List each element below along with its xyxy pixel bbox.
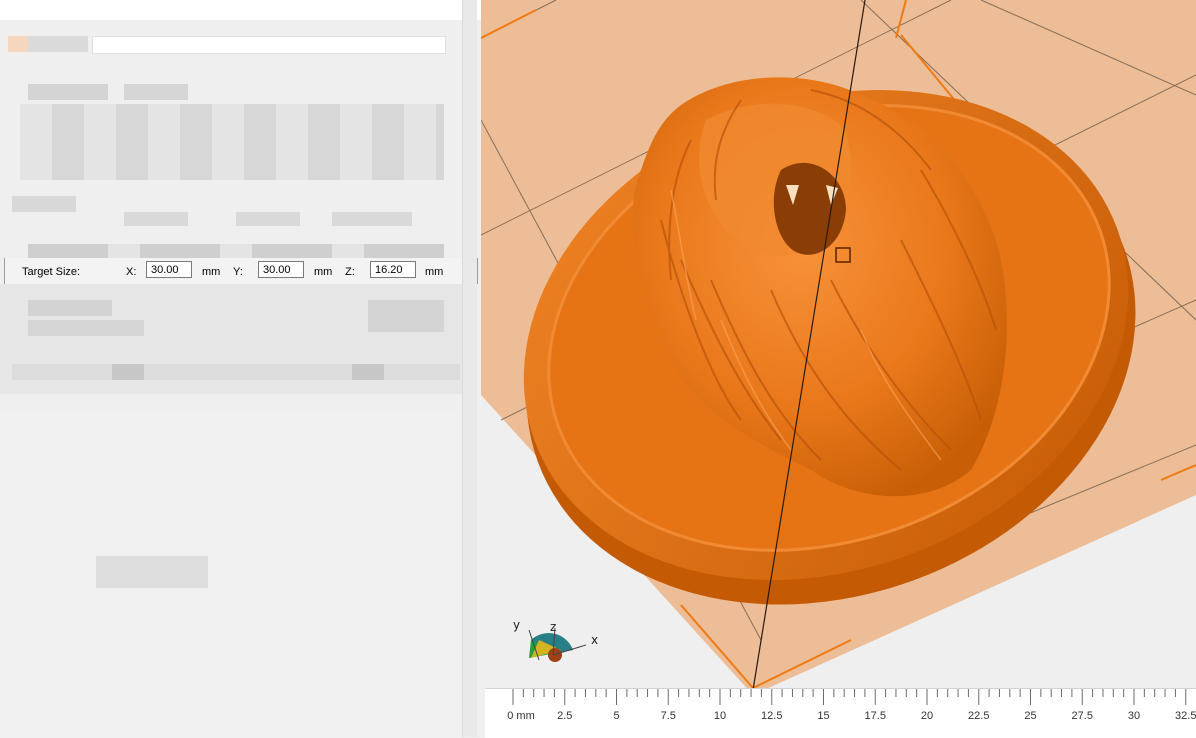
ruler-tick-label: 12.5 [761, 710, 783, 722]
z-unit: mm [425, 266, 444, 278]
obscured-label [28, 84, 108, 100]
measurement-ruler: 0 mm 2.5 5 7.5 10 12.5 15 17.5 20 22.5 25 27.5 30 32.… [485, 688, 1196, 738]
obscured-label [28, 320, 144, 336]
3d-viewport[interactable]: y z x [481, 0, 1196, 737]
gizmo-z-label: z [550, 620, 557, 634]
panel-empty-area [0, 412, 462, 737]
panel-scrollbar[interactable] [462, 0, 477, 737]
obscured-header [28, 36, 88, 52]
ruler-tick-label: 7.5 [660, 710, 676, 722]
obscured-label [12, 196, 76, 212]
obscured-label [28, 300, 112, 316]
obscured-label [124, 84, 188, 100]
obscured-button[interactable] [368, 300, 444, 332]
ruler-tick-label: 15 [817, 710, 830, 722]
obscured-field [124, 212, 188, 226]
obscured-grid [20, 104, 444, 180]
x-unit: mm [202, 266, 221, 278]
ruler-tick-label: 17.5 [864, 710, 886, 722]
obscured-bar [12, 364, 460, 380]
ruler-tick-label: 30 [1127, 710, 1141, 722]
axis-gizmo [528, 627, 587, 662]
obscured-bar-mark [112, 364, 144, 380]
x-label: X: [126, 266, 137, 278]
ruler-tick-label: 22.5 [968, 710, 990, 722]
gizmo-y-label: y [513, 618, 521, 632]
target-size-y-input[interactable] [258, 261, 304, 278]
settings-panel: Target Size: X: mm Y: mm Z: mm [0, 0, 481, 737]
obscured-field [236, 212, 300, 226]
target-size-label: Target Size: [22, 266, 81, 278]
ruler-ticks [512, 689, 1187, 705]
ruler-tick-label: 20 [920, 710, 934, 722]
ruler-tick-label: 2.5 [557, 710, 573, 722]
obscured-row [28, 244, 444, 258]
y-label: Y: [233, 266, 243, 278]
obscured-button[interactable] [96, 556, 208, 588]
target-size-row: Target Size: X: mm Y: mm Z: mm [4, 258, 478, 284]
y-unit: mm [314, 266, 333, 278]
obscured-field [332, 212, 412, 226]
target-size-z-input[interactable] [370, 261, 416, 278]
ruler-tick-label: 27.5 [1071, 710, 1093, 722]
ruler-tick-label: 25 [1024, 710, 1037, 722]
panel-title-bar [0, 0, 481, 20]
target-size-x-input[interactable] [146, 261, 192, 278]
ruler-tick-label: 10 [713, 710, 727, 722]
obscured-bar-mark [352, 364, 384, 380]
scene-canvas [481, 0, 1196, 695]
ruler-tick-label: 0 mm [507, 710, 535, 722]
obscured-setting-icon [8, 36, 28, 52]
obscured-name-field[interactable] [92, 36, 446, 54]
ruler-tick-label: 5 [613, 710, 620, 722]
ruler-tick-label: 32.5 [1175, 710, 1196, 722]
z-label: Z: [345, 266, 355, 278]
gizmo-x-label: x [591, 633, 599, 647]
